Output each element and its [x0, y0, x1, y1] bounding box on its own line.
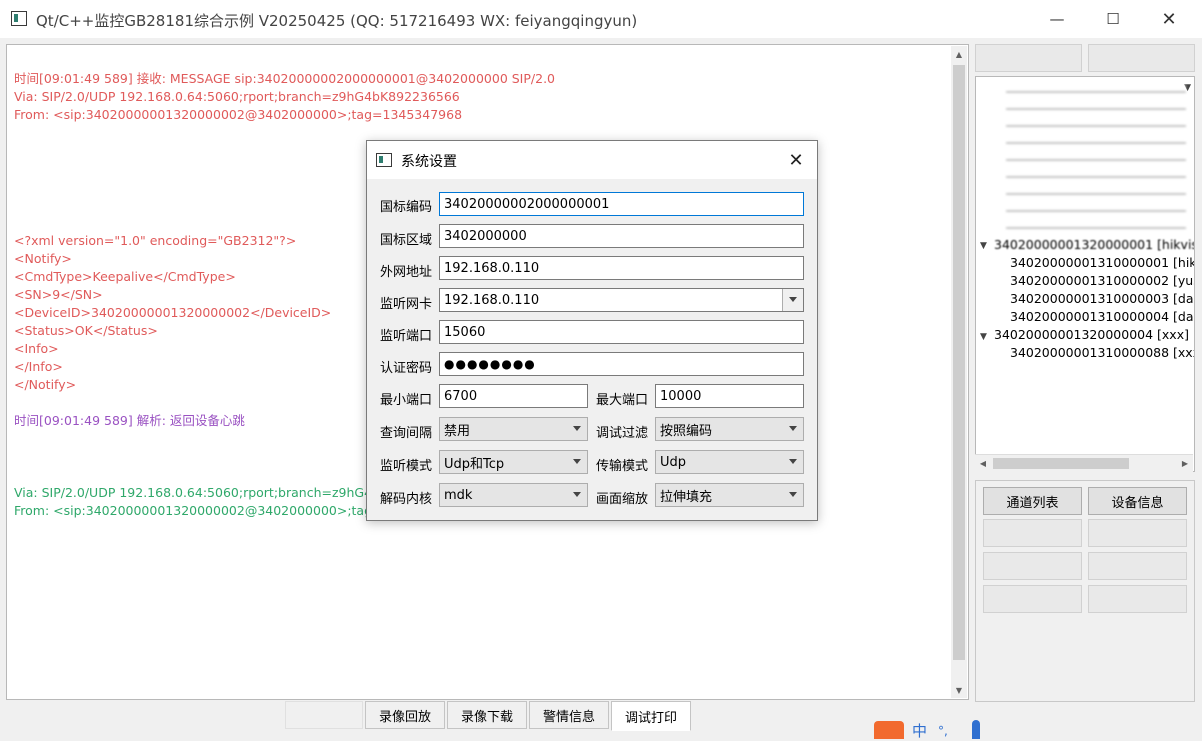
listen-port-label: 监听端口 [380, 329, 433, 344]
tree-node-device[interactable]: 34020000001320000004 [xxx] [994, 327, 1189, 342]
dialog-title: 系统设置 [401, 154, 457, 170]
query-interval-select[interactable]: 禁用 [439, 417, 588, 441]
maximize-button[interactable]: ☐ [1090, 0, 1136, 38]
min-port-label: 最小端口 [380, 393, 433, 408]
gb-code-label: 国标编码 [380, 200, 433, 215]
channel-list-button[interactable]: 通道列表 [983, 487, 1082, 515]
tab-alarm-info[interactable]: 警情信息 [529, 701, 609, 729]
tab-debug-print[interactable]: 调试打印 [611, 701, 691, 731]
scroll-thumb[interactable] [953, 65, 965, 660]
query-interval-value: 禁用 [444, 423, 471, 439]
app-window-icon [11, 11, 27, 26]
log-line: From: <sip:34020000001320000002@34020000… [14, 107, 463, 122]
listen-nic-label: 监听网卡 [380, 297, 433, 312]
scroll-down-icon[interactable]: ▼ [951, 682, 967, 698]
debug-filter-label: 调试过滤 [596, 426, 649, 441]
decode-core-label: 解码内核 [380, 492, 433, 507]
max-port-input[interactable]: 10000 [655, 384, 804, 408]
gb-code-input[interactable]: 34020000002000000001 [439, 192, 804, 216]
chevron-down-icon [789, 459, 797, 464]
scroll-up-icon[interactable]: ▲ [951, 46, 967, 62]
log-line: 时间[09:01:49 589] 接收: MESSAGE sip:3402000… [14, 71, 555, 86]
tree-expand-icon[interactable]: ▼ [980, 241, 987, 251]
system-settings-dialog: 系统设置 ✕ 国标编码 34020000002000000001 国标区域 34… [366, 140, 818, 521]
right-button[interactable] [983, 519, 1082, 547]
listen-nic-value: 192.168.0.110 [444, 292, 540, 308]
chevron-down-icon [573, 426, 581, 431]
wan-ip-input[interactable]: 192.168.0.110 [439, 256, 804, 280]
debug-filter-value: 按照编码 [660, 423, 713, 439]
right-button[interactable] [1088, 552, 1187, 580]
log-vertical-scrollbar[interactable]: ▲ ▼ [951, 46, 967, 698]
dialog-close-button[interactable]: ✕ [781, 145, 811, 175]
debug-filter-select[interactable]: 按照编码 [655, 417, 804, 441]
chevron-down-icon [789, 492, 797, 497]
tree-node-channel[interactable]: 34020000001310000002 [yush [1010, 273, 1194, 288]
scroll-thumb[interactable] [993, 458, 1129, 469]
log-line: Via: SIP/2.0/UDP 192.168.0.64:5060;rport… [14, 89, 460, 104]
listen-port-input[interactable]: 15060 [439, 320, 804, 344]
window-titlebar: Qt/C++监控GB28181综合示例 V20250425 (QQ: 51721… [0, 0, 1202, 38]
query-interval-label: 查询间隔 [380, 426, 433, 441]
scale-mode-value: 拉伸填充 [660, 489, 713, 505]
tree-node-channel[interactable]: 34020000001310000088 [xxx] [1010, 345, 1194, 360]
tree-node-channel[interactable]: 34020000001310000003 [dah [1010, 291, 1194, 306]
auth-password-input[interactable]: ●●●●●●●● [439, 352, 804, 376]
microphone-icon[interactable] [972, 720, 980, 739]
ime-logo-icon[interactable] [874, 721, 904, 739]
chevron-down-icon [789, 297, 797, 302]
dialog-window-icon [376, 153, 392, 167]
chevron-down-icon [573, 459, 581, 464]
system-tray: 中 °, [872, 720, 992, 741]
tab-hidden[interactable] [285, 701, 363, 729]
tree-node-device[interactable]: 34020000001320000001 [hikvision] [994, 237, 1194, 252]
punctuation-icon[interactable]: °, [938, 724, 948, 738]
auth-password-label: 认证密码 [380, 361, 433, 376]
tab-record-playback[interactable]: 录像回放 [365, 701, 445, 729]
right-top-button-2[interactable] [1088, 44, 1195, 72]
tree-expand-icon[interactable]: ▼ [980, 332, 987, 342]
listen-nic-select[interactable]: 192.168.0.110 [439, 288, 804, 312]
device-info-button[interactable]: 设备信息 [1088, 487, 1187, 515]
gb-area-input[interactable]: 3402000000 [439, 224, 804, 248]
right-button[interactable] [1088, 519, 1187, 547]
decode-core-value: mdk [444, 487, 473, 503]
max-port-label: 最大端口 [596, 393, 649, 408]
scroll-right-icon[interactable]: ▶ [1177, 455, 1193, 472]
close-button[interactable]: ✕ [1146, 0, 1192, 38]
right-button[interactable] [983, 552, 1082, 580]
device-tree[interactable]: ▼ ▼ 34020000001320000001 [hikvision] 340… [975, 76, 1195, 472]
dropdown-button[interactable] [782, 289, 803, 311]
transport-mode-label: 传输模式 [596, 459, 649, 474]
scroll-left-icon[interactable]: ◀ [975, 455, 991, 472]
tree-blurred-rows [1006, 85, 1186, 240]
minimize-button[interactable]: — [1034, 0, 1080, 38]
decode-core-select[interactable]: mdk [439, 483, 588, 507]
scale-mode-select[interactable]: 拉伸填充 [655, 483, 804, 507]
transport-mode-value: Udp [660, 454, 687, 470]
tree-node-channel[interactable]: 34020000001310000004 [dah [1010, 309, 1194, 324]
tree-horizontal-scrollbar[interactable]: ◀ ▶ [975, 454, 1193, 472]
listen-mode-select[interactable]: Udp和Tcp [439, 450, 588, 474]
gb-area-label: 国标区域 [380, 233, 433, 248]
chevron-down-icon [573, 492, 581, 497]
transport-mode-select[interactable]: Udp [655, 450, 804, 474]
listen-mode-label: 监听模式 [380, 459, 433, 474]
tree-node-channel[interactable]: 34020000001310000001 [hika [1010, 255, 1194, 270]
window-title: Qt/C++监控GB28181综合示例 V20250425 (QQ: 51721… [36, 12, 638, 30]
right-button[interactable] [1088, 585, 1187, 613]
right-button[interactable] [983, 585, 1082, 613]
min-port-input[interactable]: 6700 [439, 384, 588, 408]
ime-language-indicator[interactable]: 中 [912, 720, 927, 741]
scale-mode-label: 画面缩放 [596, 492, 649, 507]
right-top-button-1[interactable] [975, 44, 1082, 72]
wan-ip-label: 外网地址 [380, 265, 433, 280]
listen-mode-value: Udp和Tcp [444, 456, 505, 472]
dialog-titlebar: 系统设置 ✕ [367, 141, 817, 179]
chevron-down-icon [789, 426, 797, 431]
tab-record-download[interactable]: 录像下载 [447, 701, 527, 729]
